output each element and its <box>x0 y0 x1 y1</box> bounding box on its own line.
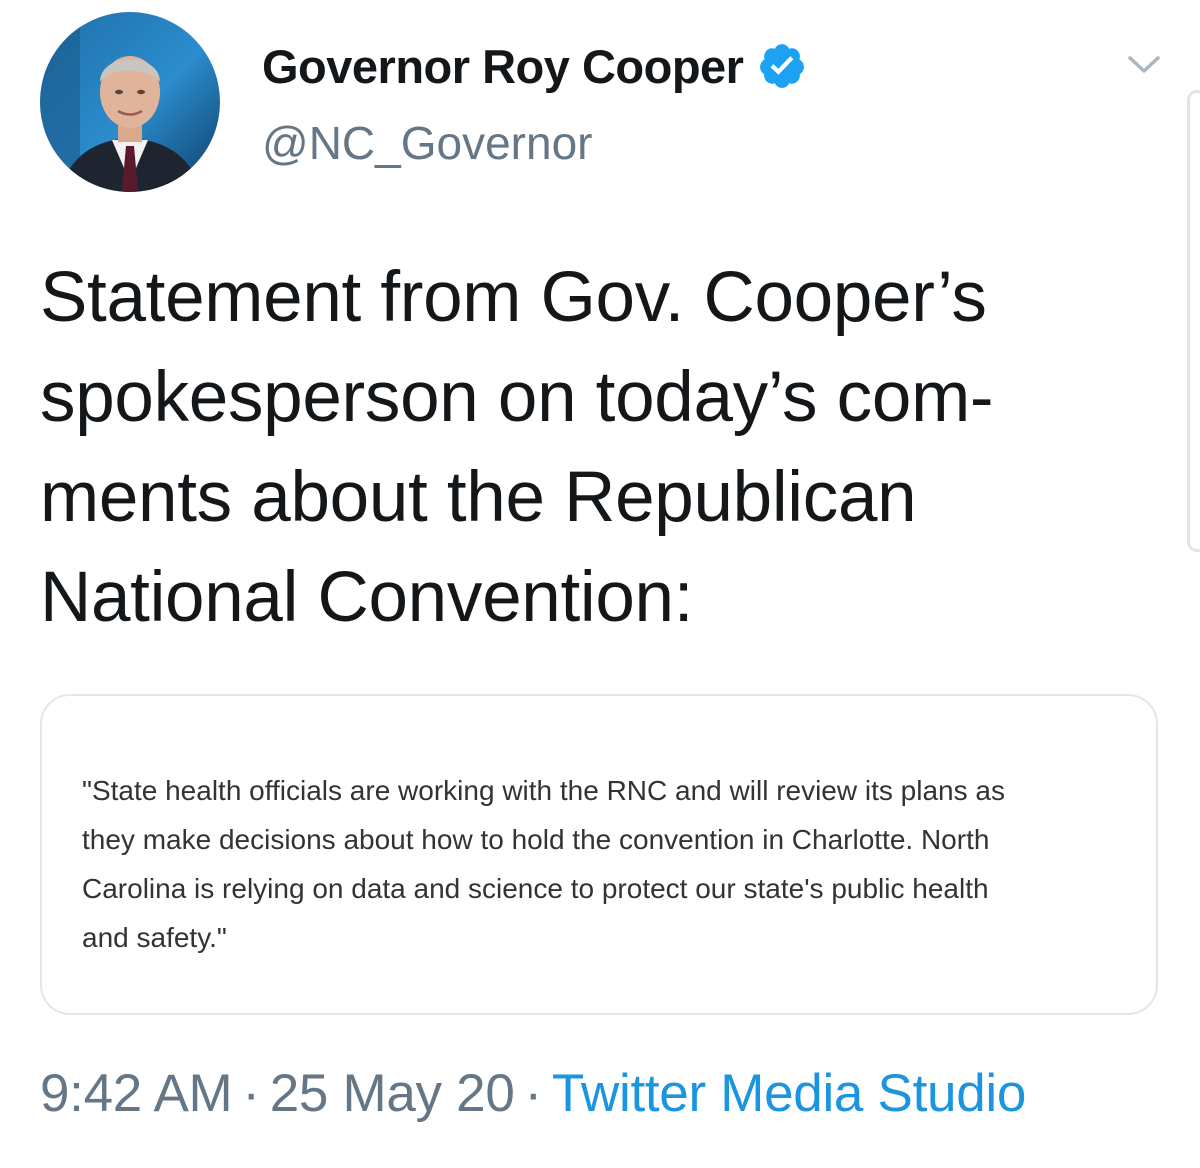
tweet-text-line: National Convention: <box>40 558 694 637</box>
tweet-source-link[interactable]: Twitter Media Studio <box>552 1064 1026 1123</box>
author-handle[interactable]: @NC_Governor <box>262 116 592 170</box>
statement-line: Carolina is relying on data and science … <box>82 873 989 904</box>
avatar-photo <box>40 12 220 192</box>
tweet-text: Statement from Gov. Cooper’s spokesperso… <box>40 248 1170 648</box>
statement-text: "State health officials are working with… <box>82 766 1142 962</box>
statement-line: they make decisions about how to hold th… <box>82 824 990 855</box>
author-name[interactable]: Governor Roy Cooper <box>262 36 807 96</box>
tweet-time[interactable]: 9:42 AM <box>40 1064 233 1123</box>
tweet-text-line: spokesperson on today’s com- <box>40 358 994 437</box>
tweet-date[interactable]: 25 May 20 <box>270 1064 515 1123</box>
display-name[interactable]: Governor Roy Cooper <box>262 39 744 94</box>
tweet-text-line: Statement from Gov. Cooper’s <box>40 258 987 337</box>
statement-image-card[interactable]: "State health officials are working with… <box>40 694 1158 1015</box>
statement-line: "State health officials are working with… <box>82 775 1005 806</box>
statement-line: and safety." <box>82 922 227 953</box>
meta-separator: · <box>524 1064 543 1123</box>
chevron-down-icon[interactable] <box>1124 44 1164 84</box>
tweet-text-line: ments about the Republican <box>40 458 917 537</box>
tweet-meta: 9:42 AM · 25 May 20 · Twitter Media Studio <box>40 1063 1026 1124</box>
avatar[interactable] <box>40 12 220 192</box>
verified-badge-icon <box>757 41 807 91</box>
meta-separator: · <box>242 1064 260 1123</box>
scroll-indicator <box>1187 90 1200 552</box>
